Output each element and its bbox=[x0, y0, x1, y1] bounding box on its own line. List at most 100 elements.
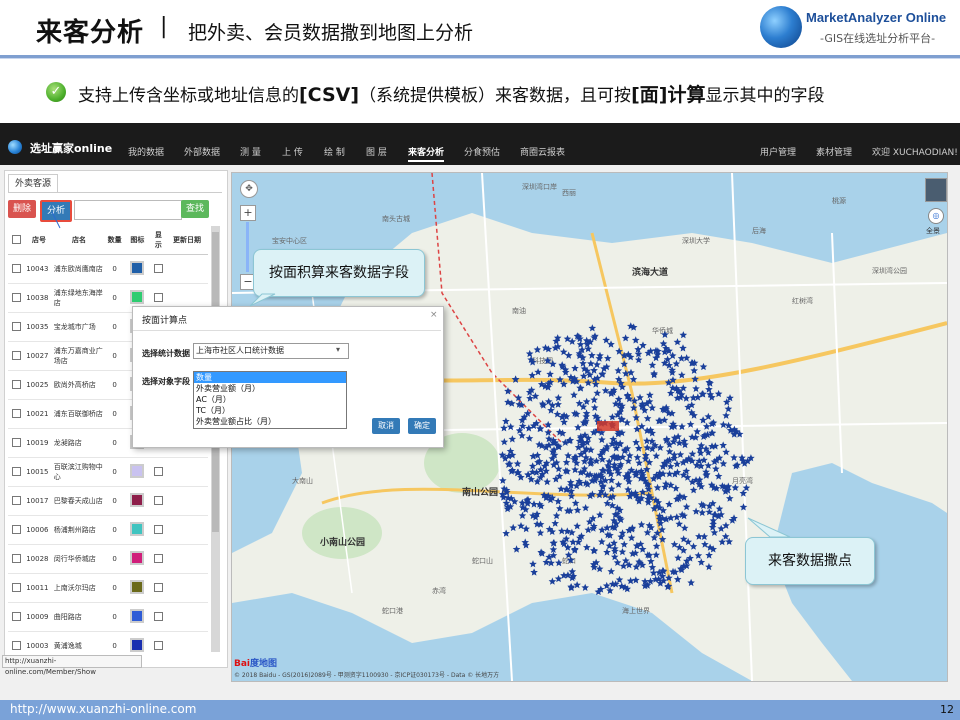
customer-marker[interactable] bbox=[504, 387, 512, 395]
customer-marker[interactable] bbox=[579, 359, 587, 367]
row-visible-checkbox[interactable] bbox=[153, 524, 163, 534]
nav-customer-analysis[interactable]: 来客分析 bbox=[408, 145, 445, 162]
customer-marker[interactable] bbox=[500, 424, 508, 432]
customer-marker[interactable] bbox=[596, 511, 604, 519]
col-quantity[interactable]: 数量 bbox=[105, 226, 125, 255]
customer-marker[interactable] bbox=[533, 345, 542, 353]
row-visible-checkbox[interactable] bbox=[153, 495, 163, 505]
row-visible-checkbox[interactable] bbox=[153, 466, 163, 476]
customer-marker[interactable] bbox=[687, 578, 695, 587]
customer-marker[interactable] bbox=[614, 480, 623, 488]
nav-trade-area-report[interactable]: 商圈云报表 bbox=[520, 145, 565, 158]
customer-marker[interactable] bbox=[623, 418, 631, 426]
customer-marker[interactable] bbox=[546, 370, 554, 378]
field-option[interactable]: 外卖营业额占比（月） bbox=[194, 416, 346, 427]
customer-marker[interactable] bbox=[542, 558, 551, 566]
nav-upload[interactable]: 上 传 bbox=[282, 145, 303, 158]
row-visible-checkbox[interactable] bbox=[153, 611, 163, 621]
field-option[interactable]: TC（月） bbox=[194, 405, 346, 416]
customer-marker[interactable] bbox=[652, 452, 661, 460]
nav-asset-management[interactable]: 素材管理 bbox=[816, 145, 852, 158]
customer-marker[interactable] bbox=[518, 431, 526, 439]
customer-marker[interactable] bbox=[571, 465, 579, 474]
customer-marker[interactable] bbox=[581, 583, 589, 591]
nav-external-data[interactable]: 外部数据 bbox=[184, 145, 220, 158]
row-visible-checkbox[interactable] bbox=[153, 263, 163, 273]
table-row[interactable]: 10015 百联滨江购物中心 0 bbox=[8, 457, 208, 487]
customer-marker[interactable] bbox=[574, 423, 582, 431]
customer-marker[interactable] bbox=[619, 562, 628, 570]
customer-marker[interactable] bbox=[581, 504, 590, 512]
search-input[interactable] bbox=[74, 200, 182, 220]
nav-welcome-user[interactable]: 欢迎 XUCHAODIAN! bbox=[872, 145, 958, 158]
customer-marker[interactable] bbox=[652, 542, 661, 550]
close-icon[interactable]: × bbox=[430, 310, 438, 320]
customer-marker[interactable] bbox=[570, 391, 578, 399]
field-listbox[interactable]: 数量 外卖营业额（月） AC（月） TC（月） 外卖营业额占比（月） bbox=[193, 371, 347, 429]
customer-marker[interactable] bbox=[569, 538, 577, 546]
col-store-id[interactable]: 店号 bbox=[25, 226, 53, 255]
row-checkbox[interactable] bbox=[12, 321, 22, 331]
customer-marker[interactable] bbox=[646, 391, 654, 399]
table-row[interactable]: 10003 黄浦逸城 0 bbox=[8, 631, 208, 652]
row-checkbox[interactable] bbox=[12, 495, 22, 505]
customer-marker[interactable] bbox=[587, 359, 595, 367]
nav-share-estimate[interactable]: 分食预估 bbox=[464, 145, 500, 158]
customer-marker[interactable] bbox=[634, 356, 643, 364]
customer-marker[interactable] bbox=[558, 527, 566, 535]
analyze-button[interactable]: 分析 bbox=[40, 200, 72, 222]
nav-my-data[interactable]: 我的数据 bbox=[128, 145, 164, 158]
row-checkbox[interactable] bbox=[12, 437, 22, 447]
customer-marker[interactable] bbox=[603, 499, 612, 507]
customer-marker[interactable] bbox=[562, 458, 571, 466]
row-checkbox[interactable] bbox=[12, 466, 22, 476]
customer-marker[interactable] bbox=[643, 414, 652, 422]
customer-marker[interactable] bbox=[639, 341, 647, 349]
customer-marker[interactable] bbox=[673, 575, 682, 583]
row-icon-swatch[interactable] bbox=[130, 261, 145, 275]
customer-marker[interactable] bbox=[518, 511, 527, 519]
row-visible-checkbox[interactable] bbox=[153, 553, 163, 563]
customer-marker[interactable] bbox=[648, 563, 657, 571]
customer-marker[interactable] bbox=[568, 528, 576, 536]
customer-marker[interactable] bbox=[529, 560, 537, 568]
customer-marker[interactable] bbox=[672, 359, 681, 368]
customer-marker[interactable] bbox=[637, 520, 646, 528]
customer-marker[interactable] bbox=[544, 397, 553, 405]
customer-marker[interactable] bbox=[590, 403, 599, 411]
customer-marker[interactable] bbox=[626, 451, 634, 459]
customer-marker[interactable] bbox=[633, 453, 642, 461]
customer-marker[interactable] bbox=[649, 569, 658, 577]
col-update-date[interactable]: 更新日期 bbox=[166, 226, 208, 255]
customer-marker[interactable] bbox=[626, 577, 635, 585]
customer-marker[interactable] bbox=[522, 525, 530, 533]
customer-marker[interactable] bbox=[607, 476, 616, 484]
customer-marker[interactable] bbox=[621, 334, 630, 342]
table-row[interactable]: 10043 浦东欧尚鹰南店 0 bbox=[8, 254, 208, 284]
table-row[interactable]: 10006 杨浦荆州路店 0 bbox=[8, 515, 208, 545]
row-icon-swatch[interactable] bbox=[130, 551, 145, 565]
customer-marker[interactable] bbox=[513, 459, 522, 468]
customer-marker[interactable] bbox=[620, 540, 628, 548]
col-store-name[interactable]: 店名 bbox=[52, 226, 106, 255]
customer-marker[interactable] bbox=[593, 360, 601, 368]
row-checkbox[interactable] bbox=[12, 582, 22, 592]
ok-button[interactable]: 确定 bbox=[408, 418, 436, 434]
customer-marker[interactable] bbox=[530, 568, 538, 576]
map-type-thumbnail[interactable] bbox=[925, 178, 947, 202]
customer-marker[interactable] bbox=[590, 366, 598, 374]
select-all-checkbox[interactable] bbox=[12, 234, 22, 244]
row-checkbox[interactable] bbox=[12, 350, 22, 360]
table-row[interactable]: 10011 上南沃尔玛店 0 bbox=[8, 573, 208, 603]
table-row[interactable]: 10028 闵行华侨城店 0 bbox=[8, 544, 208, 574]
customer-marker[interactable] bbox=[567, 492, 576, 500]
customer-marker[interactable] bbox=[607, 484, 616, 493]
chevron-down-icon[interactable]: ▾ bbox=[336, 345, 340, 354]
nav-layers[interactable]: 图 层 bbox=[366, 145, 387, 158]
customer-marker[interactable] bbox=[557, 485, 565, 493]
delete-button[interactable]: 删除 bbox=[8, 200, 36, 218]
customer-marker[interactable] bbox=[603, 524, 611, 532]
customer-marker[interactable] bbox=[674, 554, 682, 562]
customer-marker[interactable] bbox=[625, 477, 633, 485]
customer-marker[interactable] bbox=[584, 526, 592, 534]
